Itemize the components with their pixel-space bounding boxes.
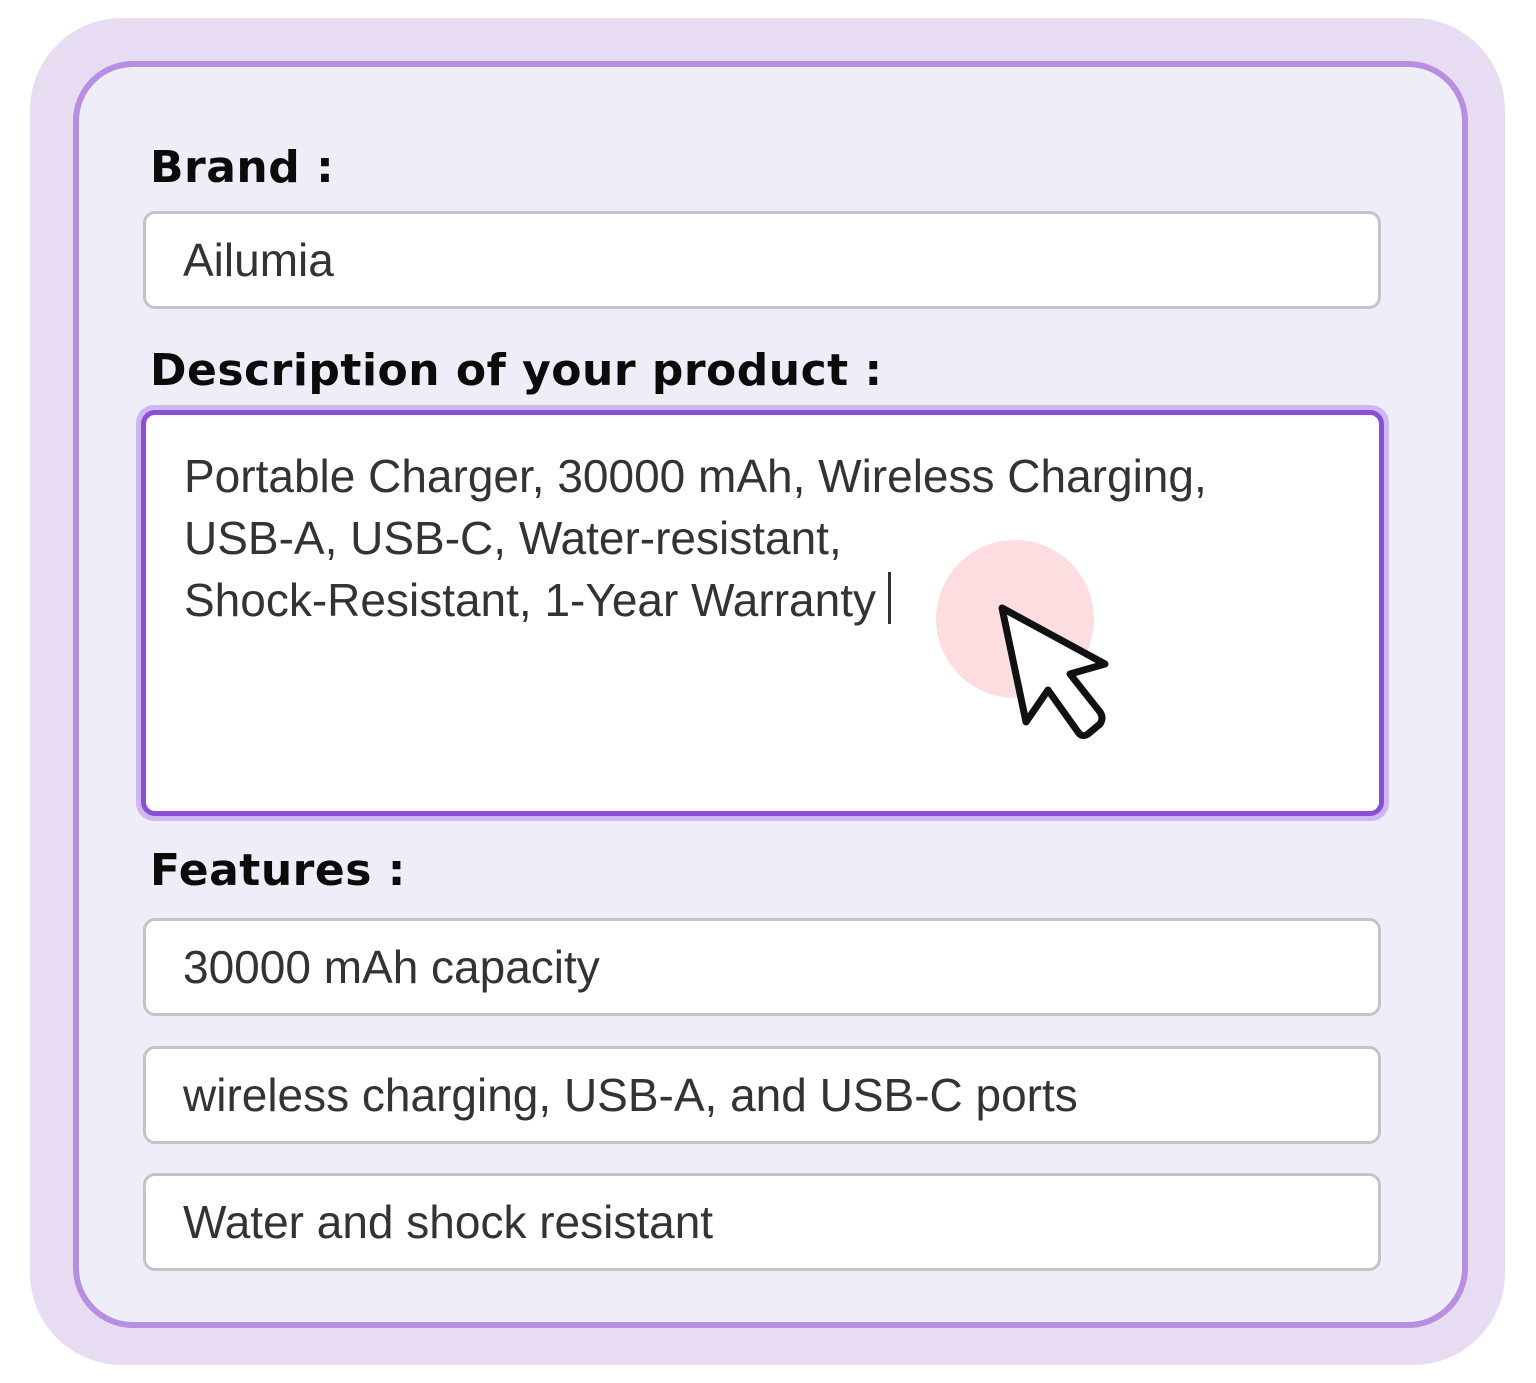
description-textarea[interactable]: Portable Charger, 30000 mAh, Wireless Ch…	[141, 410, 1384, 816]
text-caret	[887, 572, 891, 624]
features-label: Features :	[150, 845, 406, 896]
brand-label: Brand :	[150, 142, 335, 193]
arrow-cursor-icon	[998, 604, 1109, 740]
description-line-text: Shock-Resistant, 1-Year Warranty	[184, 574, 876, 626]
feature-input-2[interactable]: wireless charging, USB-A, and USB-C port…	[143, 1046, 1381, 1144]
feature-input-1[interactable]: 30000 mAh capacity	[143, 918, 1381, 1016]
brand-input[interactable]: Ailumia	[143, 211, 1381, 309]
description-line: Portable Charger, 30000 mAh, Wireless Ch…	[184, 450, 1207, 502]
description-line: USB-A, USB-C, Water-resistant,	[184, 512, 842, 564]
description-line: Shock-Resistant, 1-Year Warranty	[184, 569, 1339, 631]
feature-input-3[interactable]: Water and shock resistant	[143, 1173, 1381, 1271]
description-label: Description of your product :	[150, 345, 883, 396]
